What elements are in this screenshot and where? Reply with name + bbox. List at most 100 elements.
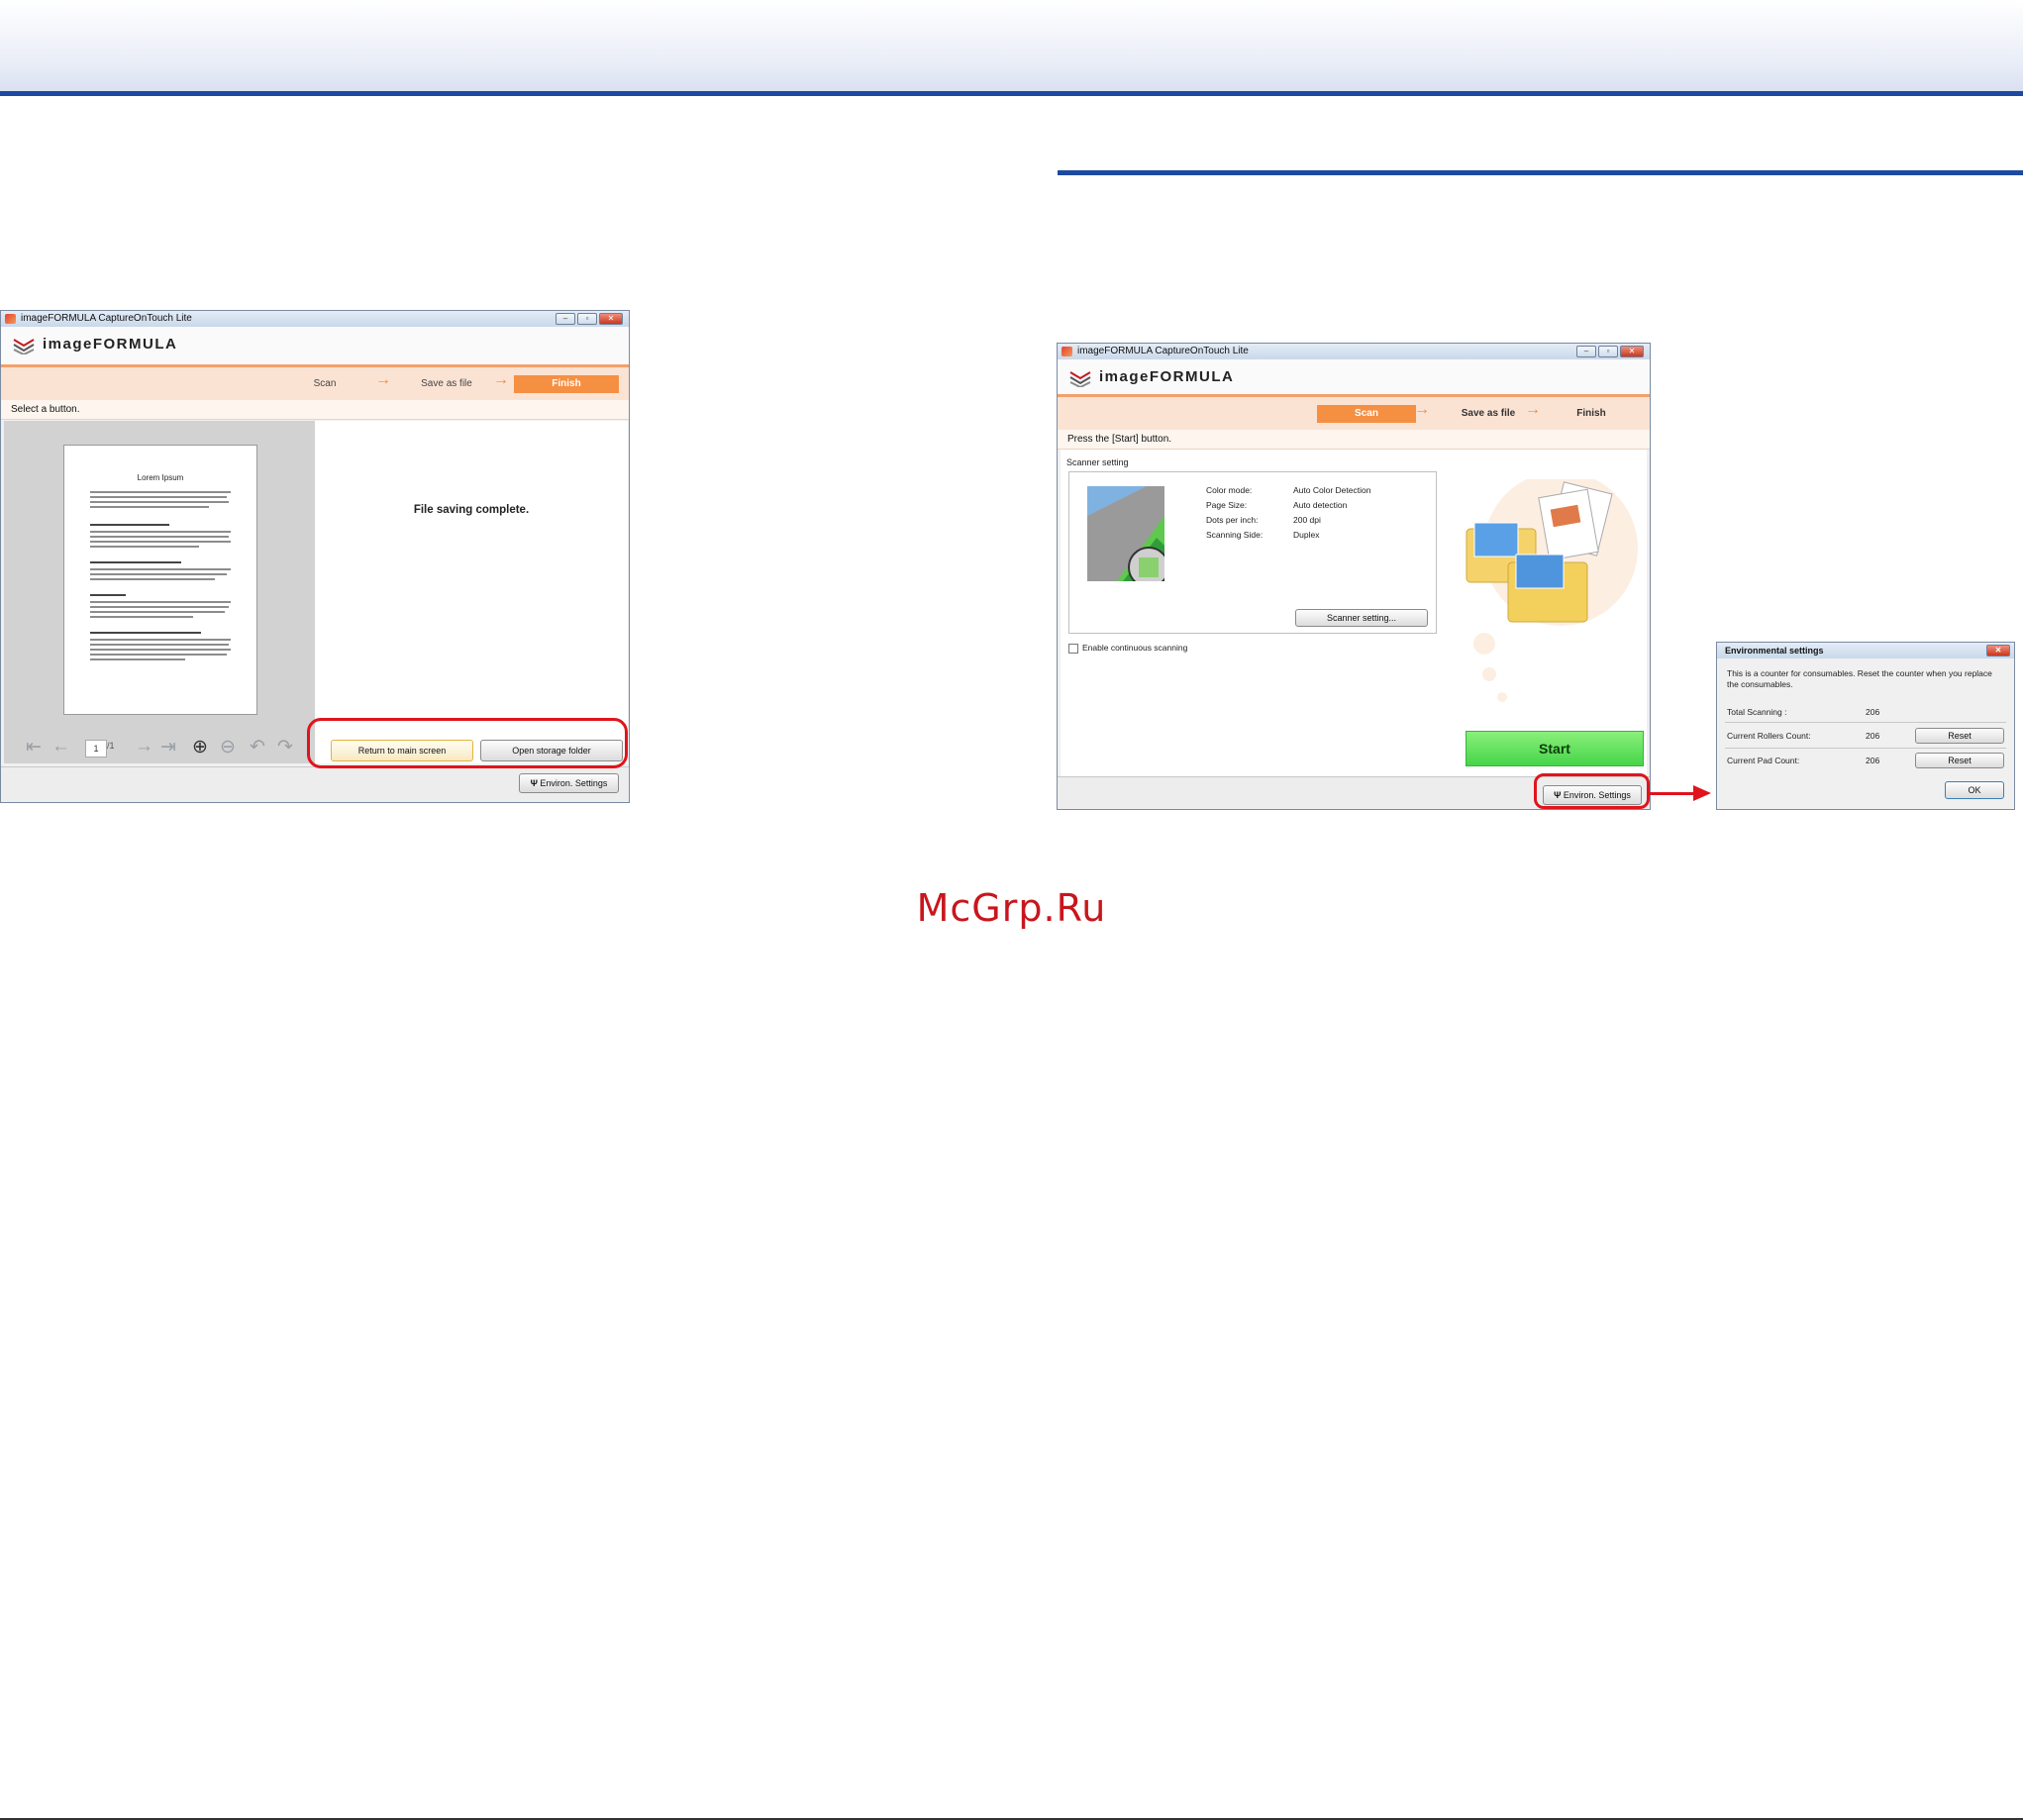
step-scan: Scan	[1317, 405, 1416, 423]
page-preview-pane: Lorem Ipsum	[4, 421, 315, 763]
step-bar: Scan → Save as file → Finish	[1058, 397, 1650, 431]
text-line	[90, 491, 231, 493]
scan-folder-illustration	[1466, 479, 1638, 702]
scanner-setting-panel: Color mode: Auto Color Detection Page Si…	[1068, 471, 1437, 634]
continuous-scanning-checkbox[interactable]	[1068, 644, 1078, 654]
scan-preview-image	[1087, 486, 1164, 581]
total-scanning-label: Total Scanning :	[1727, 707, 1787, 717]
step-scan: Scan	[313, 378, 337, 389]
rollers-count-label: Current Rollers Count:	[1727, 731, 1811, 741]
reset-pad-button[interactable]: Reset	[1915, 753, 2004, 768]
heading-line	[90, 524, 169, 526]
environ-settings-button[interactable]: Ψ Environ. Settings	[519, 773, 619, 793]
header-band	[0, 0, 2023, 91]
step-finish: Finish	[514, 375, 619, 393]
first-page-icon[interactable]: ⇤	[26, 736, 42, 758]
pad-count-value: 206	[1866, 756, 1880, 765]
logo-text: imageFORMULA	[43, 336, 178, 353]
document-title: Lorem Ipsum	[137, 473, 184, 482]
color-mode-value: Auto Color Detection	[1293, 485, 1371, 495]
scanning-side-label: Scanning Side:	[1206, 530, 1264, 540]
minimize-button[interactable]: –	[1576, 346, 1596, 357]
scanner-setting-label: Scanner setting	[1066, 457, 1129, 467]
maximize-button[interactable]: ▫	[1598, 346, 1618, 357]
close-button[interactable]: ✕	[1620, 346, 1644, 357]
text-line	[90, 506, 209, 508]
page-number-input[interactable]: 1	[85, 740, 107, 758]
window-titlebar[interactable]: imageFORMULA CaptureOnTouch Lite – ▫ ✕	[1, 311, 629, 327]
logo-bar: imageFORMULA	[1058, 359, 1650, 397]
next-page-icon[interactable]: →	[135, 736, 153, 758]
imageformula-logo-icon	[1069, 371, 1091, 387]
separator	[1725, 748, 2006, 749]
page-size-label: Page Size:	[1206, 500, 1248, 510]
previous-page-icon[interactable]: ←	[51, 736, 70, 758]
text-line	[90, 649, 231, 651]
highlight-frame	[307, 718, 628, 768]
window-titlebar[interactable]: imageFORMULA CaptureOnTouch Lite – ▫ ✕	[1058, 344, 1650, 359]
rotate-right-icon[interactable]: ↷	[277, 736, 293, 758]
rotate-left-icon[interactable]: ↶	[250, 736, 265, 758]
logo-text: imageFORMULA	[1099, 368, 1235, 385]
text-line	[90, 536, 229, 538]
document-thumbnail[interactable]: Lorem Ipsum	[63, 445, 257, 715]
instruction-text: Press the [Start] button.	[1058, 430, 1650, 450]
step-arrow-icon: →	[493, 371, 509, 388]
color-mode-label: Color mode:	[1206, 485, 1253, 495]
text-line	[90, 546, 199, 548]
step-arrow-icon: →	[375, 371, 391, 388]
section-rule	[1058, 170, 2023, 175]
file-saving-complete-message: File saving complete.	[413, 504, 530, 516]
text-line	[90, 568, 231, 570]
text-line	[90, 639, 231, 641]
highlight-frame	[1534, 773, 1650, 809]
ok-button[interactable]: OK	[1945, 781, 2004, 799]
dialog-title: Environmental settings	[1725, 646, 1824, 656]
dots-per-inch-value: 200 dpi	[1293, 515, 1321, 525]
rollers-count-value: 206	[1866, 731, 1880, 741]
heading-line	[90, 594, 126, 596]
start-button[interactable]: Start	[1466, 731, 1644, 766]
dialog-titlebar[interactable]: Environmental settings ✕	[1717, 643, 2014, 658]
watermark: McGrp.Ru	[916, 886, 1107, 930]
window-title: imageFORMULA CaptureOnTouch Lite	[21, 313, 192, 324]
separator	[1725, 722, 2006, 723]
step-arrow-icon: →	[1525, 401, 1541, 418]
tools-icon: Ψ	[530, 778, 541, 788]
step-bar: Scan → Save as file → Finish	[1, 367, 629, 401]
text-line	[90, 573, 227, 575]
dots-per-inch-label: Dots per inch:	[1206, 515, 1259, 525]
environmental-settings-dialog: Environmental settings ✕ This is a count…	[1716, 642, 2015, 810]
continuous-scanning-label: Enable continuous scanning	[1082, 643, 1188, 653]
text-line	[90, 601, 231, 603]
logo-bar: imageFORMULA	[1, 327, 629, 367]
text-line	[90, 654, 227, 656]
text-line	[90, 611, 225, 613]
reset-rollers-button[interactable]: Reset	[1915, 728, 2004, 744]
window-title: imageFORMULA CaptureOnTouch Lite	[1077, 346, 1249, 356]
app-icon	[1062, 347, 1072, 356]
zoom-out-icon[interactable]: ⊖	[220, 736, 236, 758]
close-button[interactable]: ✕	[599, 313, 623, 325]
text-line	[90, 496, 227, 498]
last-page-icon[interactable]: ⇥	[160, 736, 176, 758]
dialog-description: This is a counter for consumables. Reset…	[1727, 668, 1992, 689]
text-line	[90, 531, 231, 533]
step-arrow-icon: →	[1414, 401, 1430, 418]
scan-window: imageFORMULA CaptureOnTouch Lite – ▫ ✕ i…	[1057, 343, 1651, 810]
text-line	[90, 616, 193, 618]
close-button[interactable]: ✕	[1986, 645, 2010, 657]
maximize-button[interactable]: ▫	[577, 313, 597, 325]
minimize-button[interactable]: –	[556, 313, 575, 325]
callout-arrow	[1648, 792, 1697, 795]
zoom-in-icon[interactable]: ⊕	[192, 736, 208, 758]
instruction-text: Select a button.	[1, 400, 629, 420]
text-line	[90, 578, 215, 580]
text-line	[90, 541, 231, 543]
app-icon	[5, 314, 16, 324]
header-rule	[0, 91, 2023, 96]
result-pane: File saving complete. Return to main scr…	[315, 421, 628, 763]
scanner-setting-button[interactable]: Scanner setting...	[1295, 609, 1428, 627]
text-line	[90, 606, 229, 608]
step-finish: Finish	[1576, 408, 1606, 419]
